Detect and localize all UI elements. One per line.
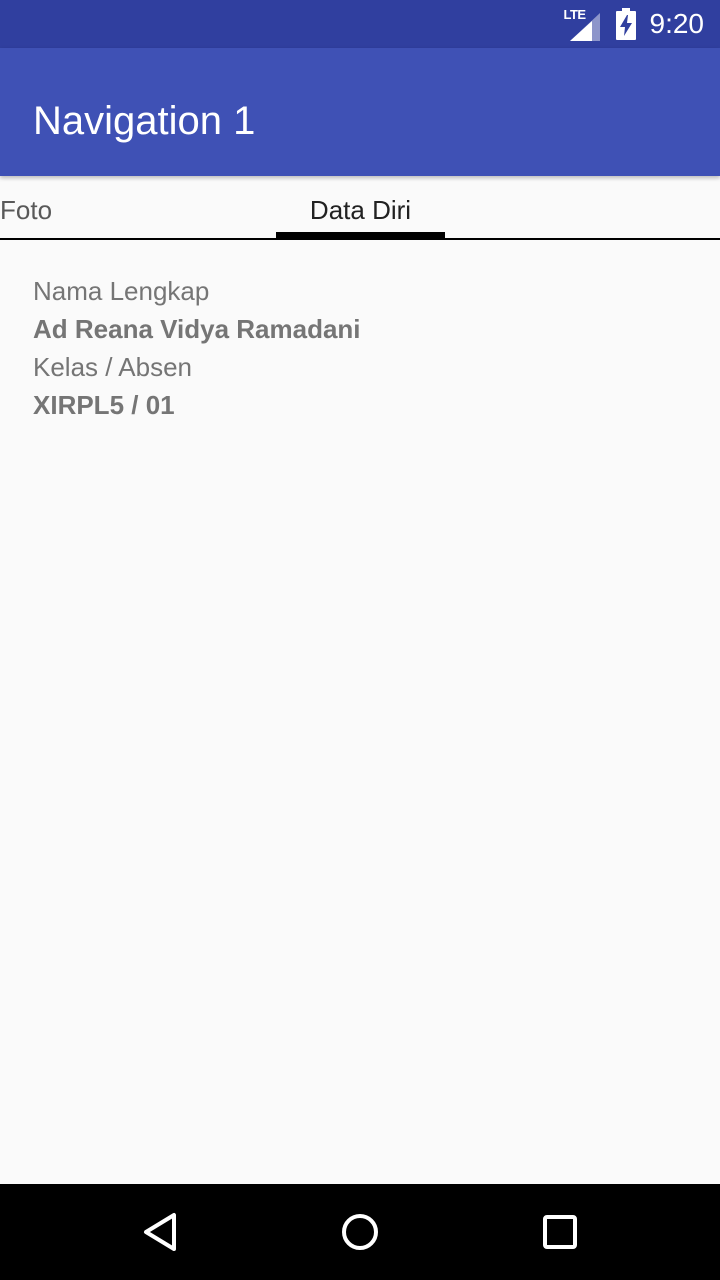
full-name-value: Ad Reana Vidya Ramadani — [33, 314, 361, 344]
page-title: Navigation 1 — [33, 99, 256, 143]
tab-foto[interactable]: Foto — [0, 176, 52, 238]
system-nav-bar — [0, 1184, 720, 1280]
class-absence-value: XIRPL5 / 01 — [33, 390, 175, 420]
recents-icon — [543, 1215, 577, 1249]
tab-indicator — [276, 232, 445, 238]
status-bar: LTE 9:20 — [0, 0, 720, 48]
back-button[interactable] — [112, 1184, 208, 1280]
recents-button[interactable] — [512, 1184, 608, 1280]
class-absence-label: Kelas / Absen — [33, 352, 192, 382]
back-icon — [144, 1213, 176, 1251]
full-name-label: Nama Lengkap — [33, 276, 210, 306]
lte-signal-icon: LTE — [564, 7, 602, 41]
tab-data-diri[interactable]: Data Diri — [276, 176, 445, 238]
app-bar: Navigation 1 — [0, 48, 720, 176]
tab-bar: Foto Data Diri — [0, 176, 720, 240]
home-button[interactable] — [312, 1184, 408, 1280]
home-icon — [342, 1214, 378, 1250]
battery-charging-icon — [615, 8, 636, 40]
profile-details: Nama Lengkap Ad Reana Vidya Ramadani Kel… — [33, 272, 693, 424]
status-icons: LTE 9:20 — [564, 0, 705, 48]
clock: 9:20 — [649, 8, 705, 39]
